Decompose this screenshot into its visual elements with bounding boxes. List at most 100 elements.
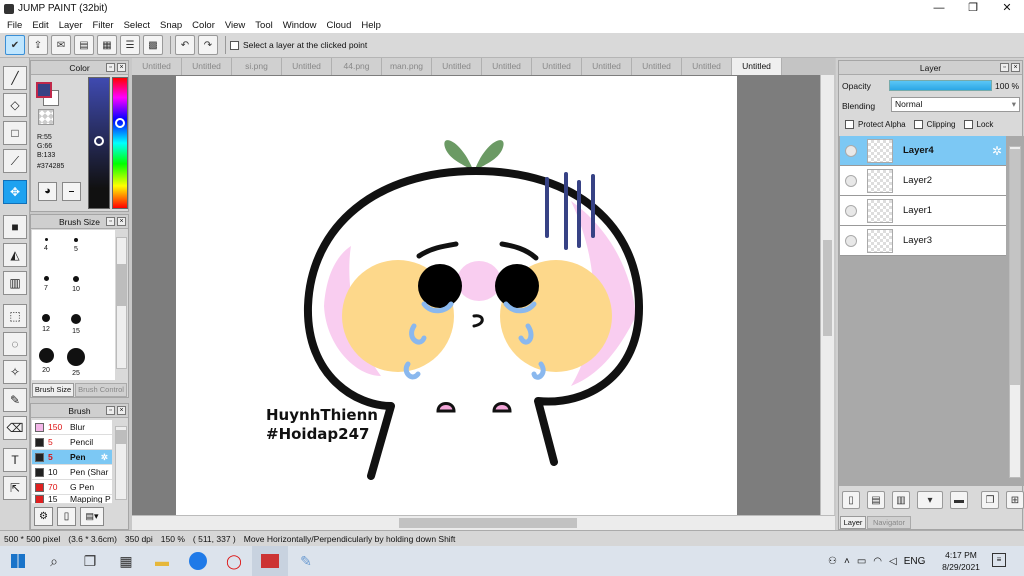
tab-navigator[interactable]: Navigator [867,516,911,529]
people-icon[interactable]: ⚇ [828,556,837,567]
tab-brush-control[interactable]: Brush Control [75,383,127,397]
document-icon[interactable]: ▦ [97,35,117,55]
scrollbar-thumb[interactable] [1010,149,1020,385]
bucket-tool-icon[interactable]: ◭ [3,243,27,267]
notification-icon[interactable]: ≡ [992,553,1006,567]
brush-settings-icon[interactable]: ⚙ [34,507,53,526]
brush-size-option[interactable]: 5 [62,238,90,253]
brush-menu-icon[interactable]: ▤▾ [80,507,104,526]
transparent-color-swatch[interactable] [38,109,54,125]
tab-layer[interactable]: Layer [840,516,866,529]
tab-untitled[interactable]: Untitled [682,58,732,75]
lock-checkbox[interactable] [963,120,973,129]
new-layer-8bit-icon[interactable]: ▤ [867,491,885,509]
tab-44-png[interactable]: 44.png [332,58,382,75]
menu-file[interactable]: File [2,20,27,31]
battery-icon[interactable]: ▭ [857,556,866,567]
tab-untitled[interactable]: Untitled [532,58,582,75]
new-layer-1bit-icon[interactable]: ▥ [892,491,910,509]
panel-close-icon[interactable]: × [117,63,126,72]
brush-size-option[interactable]: 25 [62,348,90,377]
brush-size-option[interactable]: 4 [32,238,60,252]
select-pen-tool-icon[interactable]: ✎ [3,388,27,412]
network-icon[interactable]: ◠ [873,556,882,567]
brush-size-option[interactable]: 10 [62,276,90,293]
blending-select[interactable]: Normal ▾ [891,97,1020,112]
lasso-tool-icon[interactable]: ◌ [3,332,27,356]
layer-menu-icon[interactable]: ▾ [917,491,943,509]
panel-close-icon[interactable]: × [117,406,126,415]
scrollbar-thumb[interactable] [823,240,832,336]
menu-filter[interactable]: Filter [87,20,118,31]
brush-item-mapping-pen[interactable]: 15 Mapping P [32,495,112,504]
scrollbar-thumb[interactable] [116,430,126,444]
language-indicator[interactable]: ENG [904,556,926,567]
layer-row-layer2[interactable]: Layer2 [840,166,1006,196]
rect-select-tool-icon[interactable]: ⬚ [3,304,27,328]
file-explorer-icon[interactable]: ▬ [144,546,180,576]
menu-help[interactable]: Help [356,20,386,31]
opacity-slider[interactable] [889,80,992,91]
brush-item-g-pen[interactable]: 70 G Pen [32,480,112,495]
gear-icon[interactable]: ✲ [992,144,1002,158]
layer-list-scrollbar[interactable] [1009,146,1021,478]
palette-icon[interactable]: ◕ [38,182,57,201]
menu-layer[interactable]: Layer [54,20,88,31]
chevron-up-icon[interactable]: ˄ [844,556,850,567]
hue-handle[interactable] [115,118,125,128]
close-button[interactable]: ✕ [990,0,1024,17]
zalo-icon[interactable] [180,546,216,576]
grid-settings-icon[interactable]: ▩ [143,35,163,55]
panel-close-icon[interactable]: × [1011,63,1020,72]
brush-size-option[interactable]: 12 [32,314,60,333]
menu-view[interactable]: View [220,20,250,31]
jump-paint-icon[interactable] [252,546,288,576]
brush-size-scrollbar[interactable] [116,237,127,369]
menu-cloud[interactable]: Cloud [322,20,357,31]
panel-close-icon[interactable]: × [117,217,126,226]
brush-size-option[interactable]: 15 [62,314,90,335]
brush-size-option[interactable]: 20 [32,348,60,374]
canvas-area[interactable]: HuynhThienn #Hoidap247 [132,75,820,515]
comment-icon[interactable]: ✉ [51,35,71,55]
duplicate-layer-icon[interactable]: ❐ [981,491,999,509]
foreground-color-swatch[interactable] [36,82,52,98]
move-tool-icon[interactable]: ✥ [3,180,27,204]
tab-brush-size[interactable]: Brush Size [32,383,74,397]
chat-icon[interactable]: ▤ [74,35,94,55]
brush-item-pencil[interactable]: 5 Pencil [32,435,112,450]
scrollbar-thumb[interactable] [117,264,126,306]
visibility-icon[interactable] [845,204,857,217]
visibility-icon[interactable] [845,144,857,157]
undo-icon[interactable]: ↶ [175,35,195,55]
select-eraser-tool-icon[interactable]: ⌫ [3,416,27,440]
layer-row-layer1[interactable]: Layer1 [840,196,1006,226]
select-layer-checkbox[interactable] [230,40,239,50]
store-icon[interactable]: ▦ [108,546,144,576]
panel-float-icon[interactable]: ▫ [106,63,115,72]
eraser-tool-icon[interactable]: ◇ [3,93,27,117]
merge-layer-icon[interactable]: ⊞ [1006,491,1024,509]
gear-icon[interactable]: ✲ [101,452,108,463]
brush-size-option[interactable]: 7 [32,276,60,292]
new-brush-icon[interactable]: ▯ [57,507,76,526]
menu-edit[interactable]: Edit [27,20,53,31]
tab-untitled[interactable]: Untitled [182,58,232,75]
menu-tool[interactable]: Tool [250,20,277,31]
panel-float-icon[interactable]: ▫ [1000,63,1009,72]
maximize-button[interactable]: ❐ [956,0,990,17]
opera-icon[interactable]: ◯ [216,546,252,576]
fill-rect-tool-icon[interactable]: ■ [3,215,27,239]
tab-untitled[interactable]: Untitled [132,58,182,75]
scrollbar-thumb[interactable] [399,518,577,528]
brightness-slider[interactable] [88,77,110,209]
minimize-button[interactable]: — [922,0,956,17]
menu-snap[interactable]: Snap [155,20,187,31]
text-tool-icon[interactable]: T [3,448,27,472]
check-icon[interactable]: ✔ [5,35,25,55]
menu-color[interactable]: Color [187,20,220,31]
layer-row-layer3[interactable]: Layer3 [840,226,1006,256]
layer-row-layer4[interactable]: Layer4 ✲ [840,136,1006,166]
brush-tool-icon[interactable]: ╱ [3,66,27,90]
panel-float-icon[interactable]: ▫ [106,406,115,415]
